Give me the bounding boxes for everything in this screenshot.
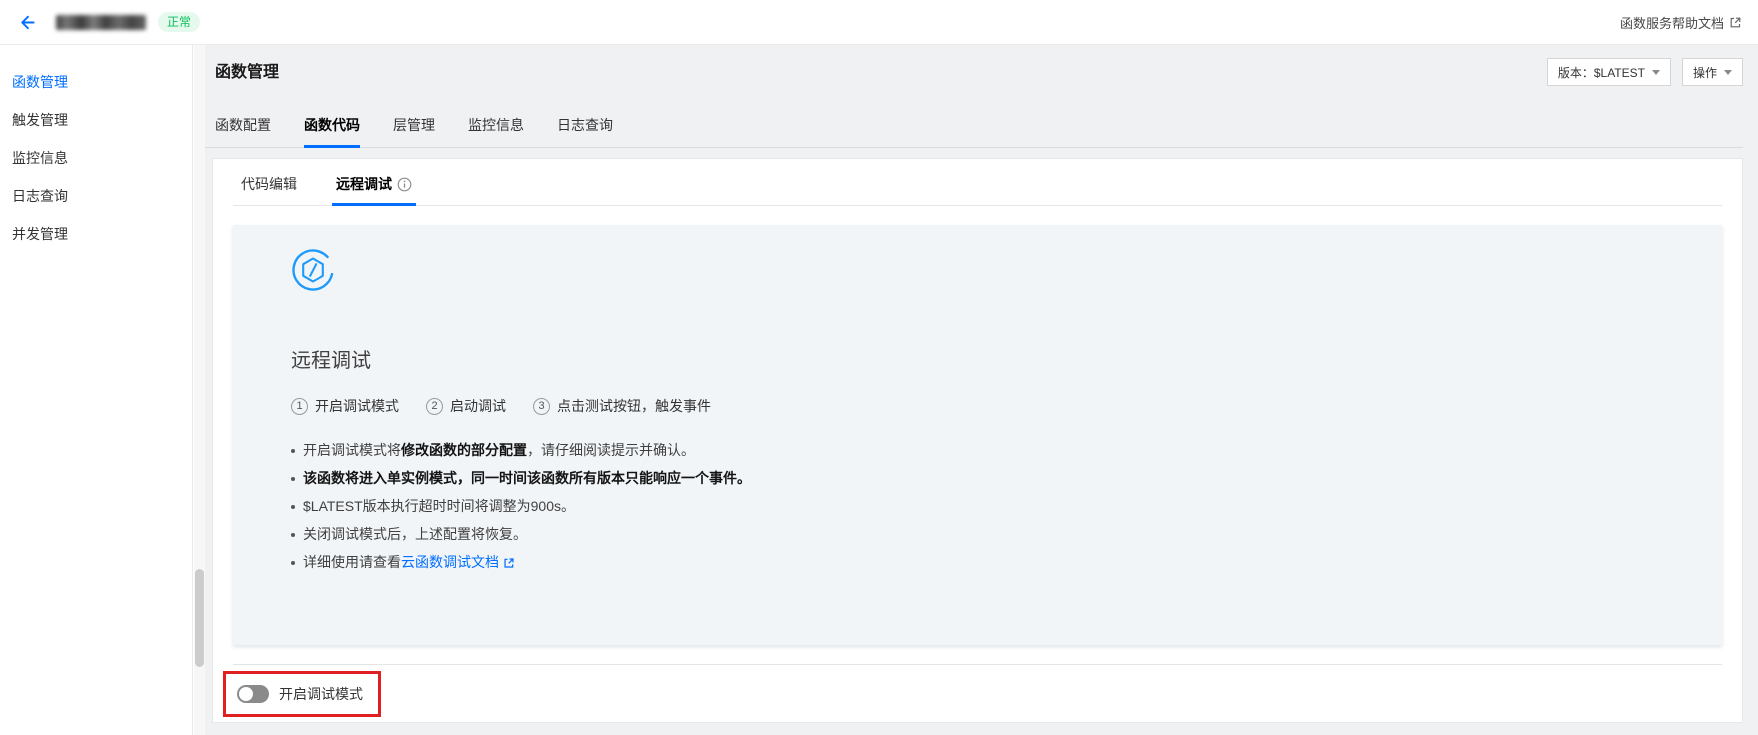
header-actions: 版本：$LATEST 操作: [1547, 58, 1743, 86]
sidebar: 函数管理 触发管理 监控信息 日志查询 并发管理: [0, 45, 193, 735]
remote-debug-icon: [291, 248, 335, 292]
chevron-down-icon: [1652, 70, 1660, 75]
version-select-button[interactable]: 版本：$LATEST: [1547, 58, 1671, 86]
actions-dropdown-label: 操作: [1693, 64, 1717, 81]
chevron-down-icon: [1724, 70, 1732, 75]
tab-function-code[interactable]: 函数代码: [304, 115, 360, 147]
function-name-blurred: [56, 15, 146, 30]
tab-monitoring[interactable]: 监控信息: [468, 115, 524, 147]
note-restore: 关闭调试模式后，上述配置将恢复。: [291, 527, 1722, 542]
help-doc-link[interactable]: 函数服务帮助文档: [1620, 13, 1742, 32]
note-timeout: $LATEST版本执行超时时间将调整为900s。: [291, 499, 1722, 514]
subtab-code-editor[interactable]: 代码编辑: [241, 174, 297, 205]
subtab-remote-debug[interactable]: 远程调试: [336, 174, 412, 205]
bullet-dot: [291, 505, 295, 509]
sidebar-item-log-query[interactable]: 日志查询: [0, 177, 192, 215]
status-badge: 正常: [158, 12, 200, 32]
tab-layer-management[interactable]: 层管理: [393, 115, 435, 147]
step-1-number-icon: 1: [291, 398, 308, 415]
debug-doc-link[interactable]: 云函数调试文档: [401, 555, 515, 570]
note-modify-config: 开启调试模式将修改函数的部分配置，请仔细阅读提示并确认。: [291, 443, 1722, 458]
back-button[interactable]: [14, 10, 38, 34]
step-3-label: 点击测试按钮，触发事件: [557, 396, 711, 416]
subtab-bar: 代码编辑 远程调试: [233, 159, 1722, 206]
subtab-remote-debug-label: 远程调试: [336, 174, 392, 194]
bullet-dot: [291, 561, 295, 565]
arrow-left-icon: [17, 13, 36, 32]
debug-mode-toggle-label: 开启调试模式: [279, 684, 363, 704]
step-2-number-icon: 2: [426, 398, 443, 415]
main-content: 函数管理 版本：$LATEST 操作 函数配置 函数代码 层管理 监控信息 日志…: [205, 45, 1758, 735]
bullet-dot: [291, 449, 295, 453]
subtab-code-editor-label: 代码编辑: [241, 174, 297, 194]
step-1-label: 开启调试模式: [315, 396, 399, 416]
version-select-label: 版本：$LATEST: [1558, 64, 1645, 81]
debug-mode-toggle[interactable]: [237, 685, 269, 703]
help-doc-label: 函数服务帮助文档: [1620, 13, 1724, 32]
remote-debug-panel: 远程调试 1 开启调试模式 2 启动调试 3 点击测试按钮，触发事件: [233, 225, 1722, 645]
step-2: 2 启动调试: [426, 396, 506, 416]
scrollbar-track: [194, 45, 205, 735]
bullet-dot: [291, 533, 295, 537]
note-text: $LATEST版本执行超时时间将调整为900s。: [303, 499, 575, 514]
step-3-number-icon: 3: [533, 398, 550, 415]
note-single-instance: 该函数将进入单实例模式，同一时间该函数所有版本只能响应一个事件。: [291, 471, 1722, 486]
tab-function-config[interactable]: 函数配置: [215, 115, 271, 147]
divider: [233, 664, 1722, 665]
actions-dropdown-button[interactable]: 操作: [1682, 58, 1743, 86]
panel-heading: 远程调试: [291, 344, 1722, 373]
note-doc: 详细使用请查看云函数调试文档: [291, 555, 1722, 570]
toggle-knob: [239, 687, 253, 701]
external-link-icon: [503, 557, 515, 569]
info-icon[interactable]: [397, 177, 412, 192]
debug-notes: 开启调试模式将修改函数的部分配置，请仔细阅读提示并确认。 该函数将进入单实例模式…: [291, 443, 1722, 570]
external-link-icon: [1729, 16, 1742, 29]
sidebar-item-concurrency[interactable]: 并发管理: [0, 215, 192, 253]
function-code-card: 代码编辑 远程调试 远程调试 1: [212, 158, 1743, 723]
debug-steps: 1 开启调试模式 2 启动调试 3 点击测试按钮，触发事件: [291, 396, 1722, 416]
note-text: 该函数将进入单实例模式，同一时间该函数所有版本只能响应一个事件。: [303, 471, 751, 486]
annotation-highlight-box: 开启调试模式: [223, 671, 381, 717]
note-text: 开启调试模式将修改函数的部分配置，请仔细阅读提示并确认。: [303, 443, 695, 458]
scrollbar-thumb[interactable]: [195, 569, 204, 667]
sidebar-item-trigger-management[interactable]: 触发管理: [0, 101, 192, 139]
step-3: 3 点击测试按钮，触发事件: [533, 396, 711, 416]
sidebar-item-function-management[interactable]: 函数管理: [0, 63, 192, 101]
topbar: 正常 函数服务帮助文档: [0, 0, 1758, 45]
tab-bar: 函数配置 函数代码 层管理 监控信息 日志查询: [205, 105, 1743, 148]
bullet-dot: [291, 477, 295, 481]
tab-log-query[interactable]: 日志查询: [557, 115, 613, 147]
sidebar-item-monitoring[interactable]: 监控信息: [0, 139, 192, 177]
page-title: 函数管理: [215, 58, 279, 82]
step-1: 1 开启调试模式: [291, 396, 399, 416]
step-2-label: 启动调试: [450, 396, 506, 416]
note-text: 详细使用请查看云函数调试文档: [303, 555, 515, 570]
note-text: 关闭调试模式后，上述配置将恢复。: [303, 527, 527, 542]
